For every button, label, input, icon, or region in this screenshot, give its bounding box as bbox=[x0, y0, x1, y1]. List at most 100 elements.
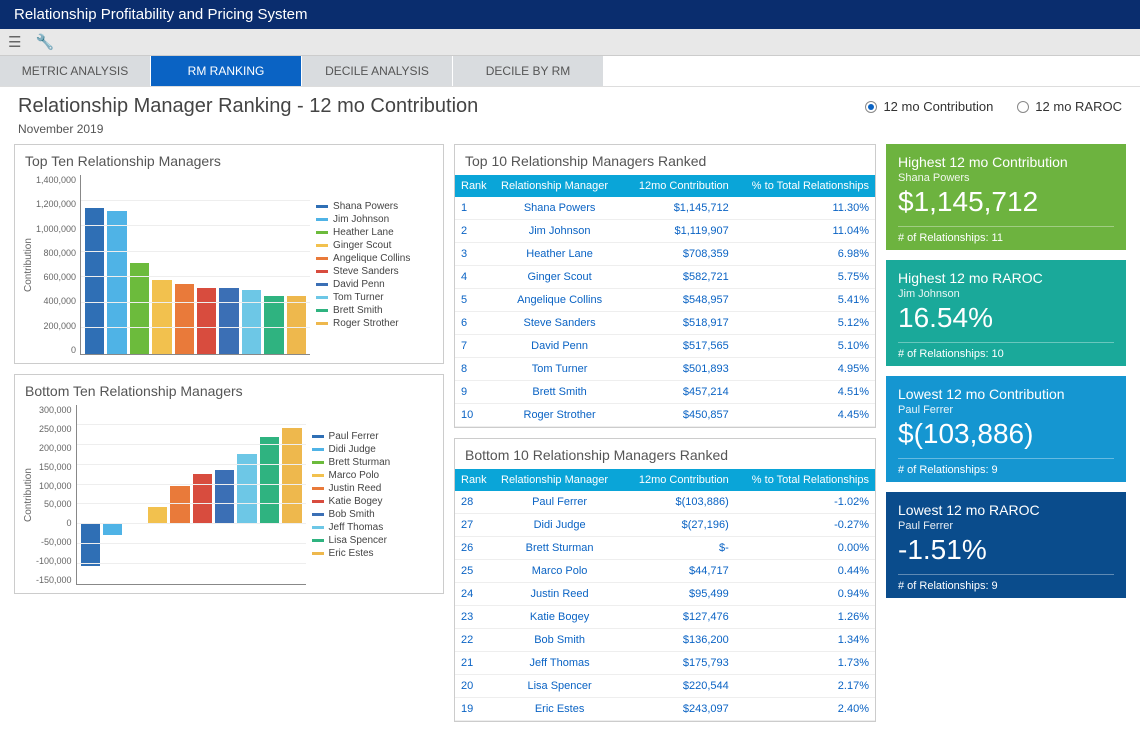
radio-12mo-raroc[interactable]: 12 mo RAROC bbox=[1017, 99, 1122, 114]
legend-item[interactable]: Justin Reed bbox=[312, 483, 391, 494]
bar[interactable] bbox=[242, 290, 261, 354]
bar[interactable] bbox=[152, 280, 171, 355]
legend-item[interactable]: Heather Lane bbox=[316, 227, 410, 238]
kpi-value: 16.54% bbox=[898, 302, 1114, 334]
table-row[interactable]: 24Justin Reed$95,4990.94% bbox=[455, 583, 875, 606]
bar[interactable] bbox=[103, 405, 122, 584]
legend-item[interactable]: Jeff Thomas bbox=[312, 522, 391, 533]
table-row[interactable]: 26Brett Sturman$-0.00% bbox=[455, 537, 875, 560]
chart-plot[interactable] bbox=[76, 405, 306, 585]
y-axis-label: Contribution bbox=[21, 405, 36, 585]
kpi-card[interactable]: Lowest 12 mo RAROCPaul Ferrer-1.51%# of … bbox=[886, 492, 1126, 598]
col-header[interactable]: Rank bbox=[455, 175, 495, 197]
table-row[interactable]: 27Didi Judge$(27,196)-0.27% bbox=[455, 514, 875, 537]
chart-legend: Shana Powers Jim Johnson Heather Lane Ginge… bbox=[316, 175, 410, 355]
top-table[interactable]: RankRelationship Manager12mo Contributio… bbox=[455, 175, 875, 427]
title-row: Relationship Manager Ranking - 12 mo Con… bbox=[0, 87, 1140, 118]
bar[interactable] bbox=[287, 296, 306, 354]
kpi-title: Highest 12 mo RAROC bbox=[898, 270, 1114, 286]
col-header[interactable]: % to Total Relationships bbox=[735, 469, 875, 491]
table-row[interactable]: 21Jeff Thomas$175,7931.73% bbox=[455, 652, 875, 675]
table-row[interactable]: 3Heather Lane$708,3596.98% bbox=[455, 243, 875, 266]
table-row[interactable]: 4Ginger Scout$582,7215.75% bbox=[455, 266, 875, 289]
radio-dot-icon bbox=[865, 101, 877, 113]
kpi-card[interactable]: Highest 12 mo RAROCJim Johnson16.54%# of… bbox=[886, 260, 1126, 366]
bar[interactable] bbox=[107, 211, 126, 354]
tab-rm-ranking[interactable]: RM RANKING bbox=[151, 56, 301, 86]
bar[interactable] bbox=[237, 405, 256, 584]
legend-item[interactable]: Angelique Collins bbox=[316, 253, 410, 264]
chart-plot[interactable] bbox=[80, 175, 310, 355]
legend-item[interactable]: Steve Sanders bbox=[316, 266, 410, 277]
tab-decile-analysis[interactable]: DECILE ANALYSIS bbox=[302, 56, 452, 86]
bottom-chart-panel: Bottom Ten Relationship Managers Contrib… bbox=[14, 374, 444, 594]
bar[interactable] bbox=[125, 405, 144, 584]
table-row[interactable]: 1Shana Powers$1,145,71211.30% bbox=[455, 197, 875, 220]
bar[interactable] bbox=[264, 296, 283, 354]
table-row[interactable]: 2Jim Johnson$1,119,90711.04% bbox=[455, 220, 875, 243]
col-header[interactable]: Relationship Manager bbox=[495, 175, 624, 197]
table-row[interactable]: 10Roger Strother$450,8574.45% bbox=[455, 404, 875, 427]
main-grid: Top Ten Relationship Managers Contributi… bbox=[0, 144, 1140, 736]
bar[interactable] bbox=[282, 405, 301, 584]
kpi-column: Highest 12 mo ContributionShana Powers$1… bbox=[886, 144, 1126, 722]
legend-item[interactable]: Ginger Scout bbox=[316, 240, 410, 251]
bar[interactable] bbox=[197, 288, 216, 354]
legend-item[interactable]: Bob Smith bbox=[312, 509, 391, 520]
kpi-footer: # of Relationships: 9 bbox=[898, 458, 1114, 476]
legend-item[interactable]: Marco Polo bbox=[312, 470, 391, 481]
legend-item[interactable]: Katie Bogey bbox=[312, 496, 391, 507]
legend-item[interactable]: Roger Strother bbox=[316, 318, 410, 329]
bar[interactable] bbox=[175, 284, 194, 354]
table-row[interactable]: 9Brett Smith$457,2144.51% bbox=[455, 381, 875, 404]
legend-item[interactable]: Didi Judge bbox=[312, 444, 391, 455]
wrench-icon[interactable]: 🔧 bbox=[35, 33, 54, 51]
table-row[interactable]: 28Paul Ferrer$(103,886)-1.02% bbox=[455, 491, 875, 514]
y-axis-ticks: 1,400,0001,200,0001,000,000800,000600,00… bbox=[36, 175, 80, 355]
table-row[interactable]: 8Tom Turner$501,8934.95% bbox=[455, 358, 875, 381]
bar[interactable] bbox=[193, 405, 212, 584]
radio-label: 12 mo RAROC bbox=[1035, 99, 1122, 114]
radio-dot-icon bbox=[1017, 101, 1029, 113]
kpi-card[interactable]: Lowest 12 mo ContributionPaul Ferrer$(10… bbox=[886, 376, 1126, 482]
table-row[interactable]: 20Lisa Spencer$220,5442.17% bbox=[455, 675, 875, 698]
bar[interactable] bbox=[81, 405, 100, 584]
tab-decile-by-rm[interactable]: DECILE BY RM bbox=[453, 56, 603, 86]
bar[interactable] bbox=[260, 405, 279, 584]
table-row[interactable]: 25Marco Polo$44,7170.44% bbox=[455, 560, 875, 583]
bar[interactable] bbox=[215, 405, 234, 584]
bar[interactable] bbox=[85, 208, 104, 354]
bottom-table-panel: Bottom 10 Relationship Managers Ranked R… bbox=[454, 438, 876, 722]
table-row[interactable]: 19Eric Estes$243,0972.40% bbox=[455, 698, 875, 721]
legend-item[interactable]: Brett Smith bbox=[316, 305, 410, 316]
legend-item[interactable]: Brett Sturman bbox=[312, 457, 391, 468]
tab-metric-analysis[interactable]: METRIC ANALYSIS bbox=[0, 56, 150, 86]
bottom-table[interactable]: RankRelationship Manager12mo Contributio… bbox=[455, 469, 875, 721]
menu-icon[interactable]: ☰ bbox=[8, 33, 21, 51]
kpi-card[interactable]: Highest 12 mo ContributionShana Powers$1… bbox=[886, 144, 1126, 250]
legend-item[interactable]: Eric Estes bbox=[312, 548, 391, 559]
legend-item[interactable]: Paul Ferrer bbox=[312, 431, 391, 442]
bar[interactable] bbox=[219, 288, 238, 354]
bar[interactable] bbox=[170, 405, 189, 584]
kpi-value: -1.51% bbox=[898, 534, 1114, 566]
legend-item[interactable]: Shana Powers bbox=[316, 201, 410, 212]
table-row[interactable]: 6Steve Sanders$518,9175.12% bbox=[455, 312, 875, 335]
col-header[interactable]: 12mo Contribution bbox=[624, 175, 735, 197]
table-row[interactable]: 7David Penn$517,5655.10% bbox=[455, 335, 875, 358]
legend-item[interactable]: Jim Johnson bbox=[316, 214, 410, 225]
app-header: Relationship Profitability and Pricing S… bbox=[0, 0, 1140, 29]
col-header[interactable]: Rank bbox=[455, 469, 495, 491]
table-row[interactable]: 22Bob Smith$136,2001.34% bbox=[455, 629, 875, 652]
col-header[interactable]: 12mo Contribution bbox=[624, 469, 735, 491]
col-header[interactable]: Relationship Manager bbox=[495, 469, 624, 491]
legend-item[interactable]: David Penn bbox=[316, 279, 410, 290]
legend-item[interactable]: Lisa Spencer bbox=[312, 535, 391, 546]
table-row[interactable]: 23Katie Bogey$127,4761.26% bbox=[455, 606, 875, 629]
bar[interactable] bbox=[148, 405, 167, 584]
legend-item[interactable]: Tom Turner bbox=[316, 292, 410, 303]
kpi-value: $(103,886) bbox=[898, 418, 1114, 450]
col-header[interactable]: % to Total Relationships bbox=[735, 175, 875, 197]
table-row[interactable]: 5Angelique Collins$548,9575.41% bbox=[455, 289, 875, 312]
radio-12mo-contribution[interactable]: 12 mo Contribution bbox=[865, 99, 993, 114]
